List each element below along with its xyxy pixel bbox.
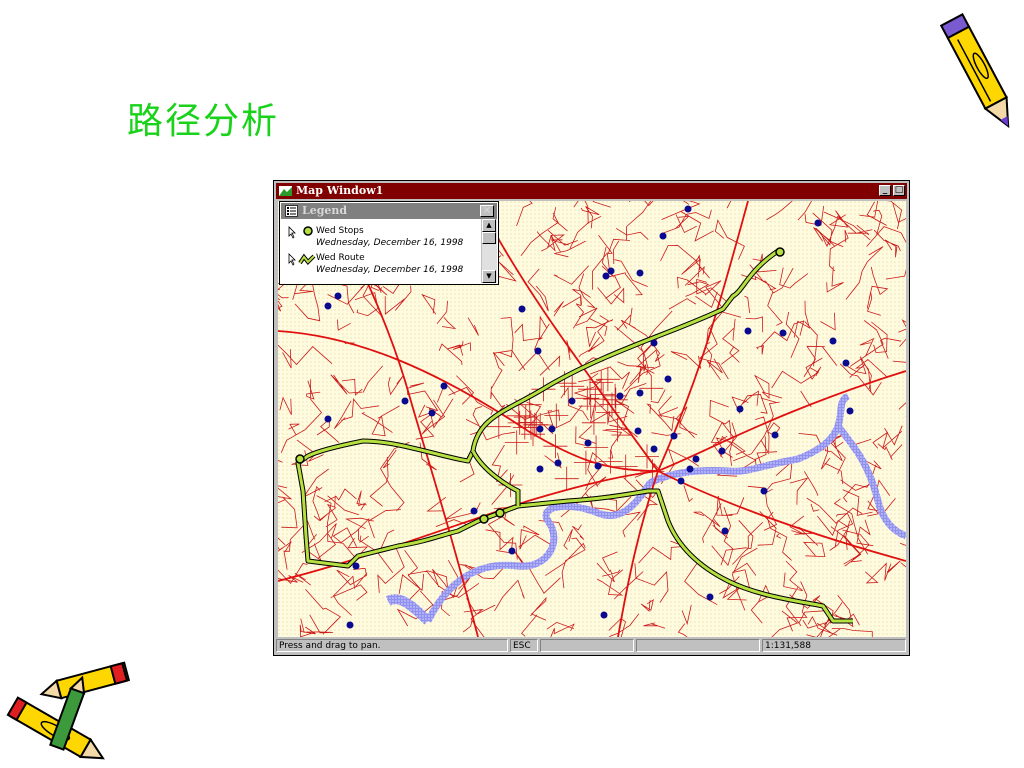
stop-marker[interactable] [602,272,610,280]
stop-marker[interactable] [706,593,714,601]
stop-marker[interactable] [636,389,644,397]
stop-marker[interactable] [554,459,562,467]
stop-marker[interactable] [650,339,658,347]
legend-list-icon [285,205,298,217]
stop-marker[interactable] [616,392,624,400]
stop-marker[interactable] [677,477,685,485]
stop-marker[interactable] [634,427,642,435]
legend-close-button[interactable]: × [480,205,494,217]
stop-marker[interactable] [692,455,700,463]
stop-marker[interactable] [600,611,608,619]
stop-marker[interactable] [636,269,644,277]
stop-marker[interactable] [686,465,694,473]
stop-marker[interactable] [829,337,837,345]
stop-marker[interactable] [324,415,332,423]
legend-scrollbar[interactable]: ▲ ▼ [481,219,497,283]
stop-marker[interactable] [718,447,726,455]
stop-point-icon [303,226,313,236]
stop-marker[interactable] [684,205,692,213]
maximize-button[interactable]: □ [893,185,905,196]
scroll-thumb[interactable] [482,232,496,244]
legend-item-name: Wed Stops [316,226,364,236]
status-key: ESC [510,639,538,652]
status-message: Press and drag to pan. [276,639,508,652]
legend-item-date: Wednesday, December 16, 1998 [316,265,464,275]
legend-item-name: Wed Route [316,253,365,263]
stop-marker[interactable] [650,445,658,453]
stop-marker[interactable] [736,405,744,413]
scroll-down-button[interactable]: ▼ [482,270,496,283]
stop-marker[interactable] [534,347,542,355]
stop-marker[interactable] [324,302,332,310]
stop-marker[interactable] [401,397,409,405]
legend-window[interactable]: Legend × Wed Stops Wednesday, December 1… [279,201,499,285]
stop-marker[interactable] [470,507,478,515]
scroll-up-button[interactable]: ▲ [482,219,496,232]
stop-marker[interactable] [744,327,752,335]
stop-marker[interactable] [352,562,360,570]
stop-marker[interactable] [536,425,544,433]
pencil-icon [940,13,1010,129]
stop-marker[interactable] [346,621,354,629]
stop-marker[interactable] [814,219,822,227]
stop-marker[interactable] [842,359,850,367]
legend-titlebar[interactable]: Legend × [281,203,497,219]
map-window-icon [279,186,292,196]
stop-marker[interactable] [771,431,779,439]
stop-marker[interactable] [670,432,678,440]
legend-item-date: Wednesday, December 16, 1998 [316,238,464,248]
status-field-4 [636,639,760,652]
stop-marker[interactable] [721,527,729,535]
statusbar: Press and drag to pan. ESC 1:131,588 [276,639,907,653]
minimize-button[interactable]: _ [879,185,891,196]
status-field-3 [540,639,634,652]
stop-marker[interactable] [760,487,768,495]
stop-marker[interactable] [659,232,667,240]
stop-marker[interactable] [518,305,526,313]
legend-title: Legend [302,204,348,217]
stop-marker[interactable] [536,465,544,473]
stop-marker[interactable] [334,292,342,300]
map-window-title: Map Window1 [296,184,384,197]
stop-marker[interactable] [607,267,615,275]
stop-marker[interactable] [548,425,556,433]
stop-marker[interactable] [594,462,602,470]
stop-marker[interactable] [428,409,436,417]
stop-marker[interactable] [440,382,448,390]
stop-marker[interactable] [584,439,592,447]
cursor-icon [288,226,296,239]
slide-title: 路径分析 [127,101,280,142]
crossed-pencils-icon [6,661,131,760]
status-scale: 1:131,588 [762,639,906,652]
stop-marker[interactable] [664,375,672,383]
stop-marker[interactable] [568,397,576,405]
stop-marker[interactable] [846,407,854,415]
stop-marker[interactable] [779,329,787,337]
cursor-icon [288,253,296,266]
stop-marker[interactable] [508,547,516,555]
map-window-titlebar[interactable]: Map Window1 _ □ [276,183,907,199]
